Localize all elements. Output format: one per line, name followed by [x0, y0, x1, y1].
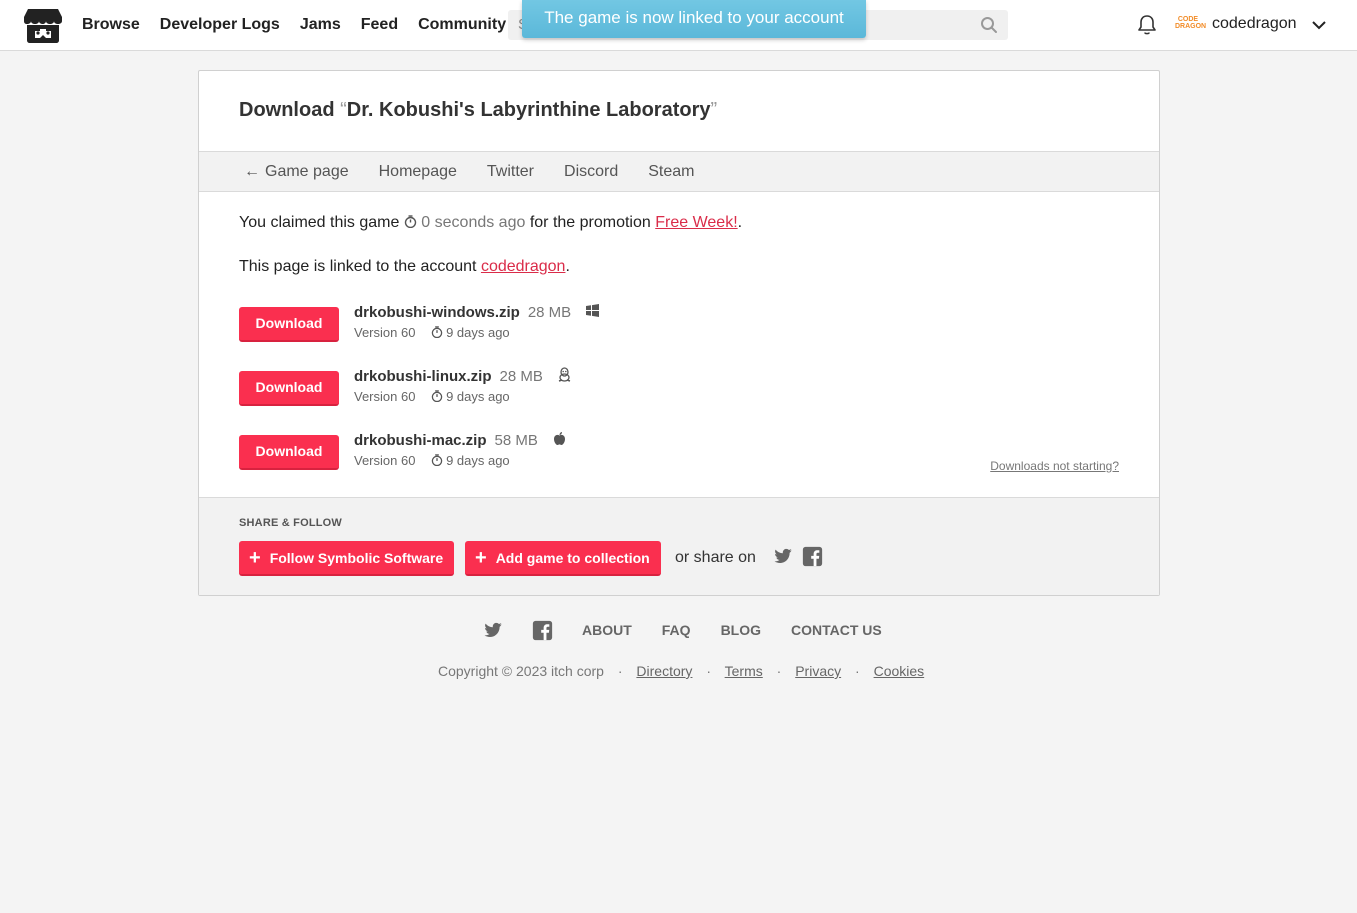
download-row: Download drkobushi-mac.zip 58 MB Version … — [239, 432, 1119, 475]
download-row: Download drkobushi-linux.zip 28 MB Versio… — [239, 367, 1119, 411]
link-homepage[interactable]: Homepage — [379, 163, 457, 181]
linked-account-message: This page is linked to the account coded… — [239, 258, 570, 275]
footer-nav: ABOUT FAQ BLOG CONTACT US — [482, 618, 912, 642]
footer-cookies-link[interactable]: Cookies — [874, 663, 925, 679]
download-panel: Download “Dr. Kobushi's Labyrinthine Lab… — [198, 70, 1160, 596]
top-bar: Browse Developer Logs Jams Feed Communit… — [0, 0, 1357, 51]
copyright-line: Copyright © 2023 itch corp · Directory ·… — [438, 663, 925, 679]
add-to-collection-button[interactable]: + Add game to collection — [465, 541, 661, 576]
footer-faq-link[interactable]: FAQ — [662, 622, 691, 638]
file-size: 58 MB — [494, 432, 538, 449]
plus-icon: + — [249, 546, 261, 569]
file-size: 28 MB — [527, 304, 572, 321]
link-discord[interactable]: Discord — [564, 163, 618, 181]
share-follow-heading: SHARE & FOLLOW — [239, 517, 343, 529]
main-nav: Browse Developer Logs Jams Feed Communit… — [82, 0, 506, 50]
nav-feed[interactable]: Feed — [361, 16, 398, 34]
nav-community[interactable]: Community — [418, 16, 506, 34]
footer-terms-link[interactable]: Terms — [725, 663, 763, 679]
download-button[interactable]: Download — [239, 307, 339, 342]
apple-icon — [554, 432, 566, 445]
plus-icon: + — [475, 546, 487, 569]
promotion-link[interactable]: Free Week! — [655, 214, 737, 231]
twitter-icon[interactable] — [482, 620, 503, 641]
claim-message: You claimed this game 0 seconds ago for … — [239, 214, 743, 231]
downloads-not-starting-link[interactable]: Downloads not starting? — [990, 459, 1119, 473]
game-title: Dr. Kobushi's Labyrinthine Laboratory — [346, 99, 711, 121]
username[interactable]: codedragon — [1212, 15, 1297, 33]
or-share-label: or share on — [675, 549, 756, 566]
file-name: drkobushi-linux.zip 28 MB — [354, 367, 572, 385]
nav-browse[interactable]: Browse — [82, 16, 140, 34]
download-button[interactable]: Download — [239, 371, 339, 406]
footer-privacy-link[interactable]: Privacy — [795, 663, 841, 679]
file-size: 28 MB — [499, 368, 543, 385]
search-icon[interactable] — [980, 16, 998, 34]
follow-button[interactable]: + Follow Symbolic Software — [239, 541, 455, 576]
bell-icon[interactable] — [1137, 14, 1157, 36]
footer-directory-link[interactable]: Directory — [636, 663, 692, 679]
footer-contact-link[interactable]: CONTACT US — [791, 622, 882, 638]
windows-icon — [586, 304, 600, 317]
game-links-nav: ← Game page Homepage Twitter Discord Ste… — [199, 151, 1159, 192]
download-row: Download drkobushi-windows.zip 28 MB Vers… — [239, 304, 1119, 347]
link-game-page[interactable]: ← Game page — [244, 163, 349, 181]
claim-time: 0 seconds ago — [421, 214, 526, 231]
page-title: Download “Dr. Kobushi's Labyrinthine Lab… — [239, 99, 718, 121]
itch-logo-icon[interactable] — [23, 7, 63, 44]
account-link[interactable]: codedragon — [481, 258, 566, 275]
nav-developer-logs[interactable]: Developer Logs — [160, 16, 280, 34]
linux-icon — [558, 367, 571, 382]
facebook-icon[interactable] — [802, 546, 823, 567]
share-follow-section: SHARE & FOLLOW + Follow Symbolic Softwar… — [199, 497, 1159, 595]
download-button[interactable]: Download — [239, 435, 339, 470]
footer-blog-link[interactable]: BLOG — [721, 622, 761, 638]
footer-about-link[interactable]: ABOUT — [582, 622, 632, 638]
file-meta: Version 60 9 days ago — [354, 453, 510, 468]
link-twitter[interactable]: Twitter — [487, 163, 534, 181]
file-meta: Version 60 9 days ago — [354, 325, 510, 340]
back-arrow-icon: ← — [244, 162, 260, 180]
twitter-icon[interactable] — [772, 546, 793, 567]
stopwatch-icon — [431, 454, 443, 466]
file-name: drkobushi-windows.zip 28 MB — [354, 303, 600, 321]
nav-jams[interactable]: Jams — [300, 16, 341, 34]
toast-notification: The game is now linked to your account — [522, 0, 866, 38]
file-meta: Version 60 9 days ago — [354, 389, 510, 404]
link-steam[interactable]: Steam — [648, 163, 694, 181]
stopwatch-icon — [431, 326, 443, 338]
chevron-down-icon[interactable] — [1311, 17, 1327, 33]
facebook-icon[interactable] — [532, 620, 553, 641]
stopwatch-icon — [404, 215, 417, 228]
file-name: drkobushi-mac.zip 58 MB — [354, 431, 567, 449]
avatar[interactable]: CODE DRAGON — [1175, 13, 1206, 37]
stopwatch-icon — [431, 390, 443, 402]
